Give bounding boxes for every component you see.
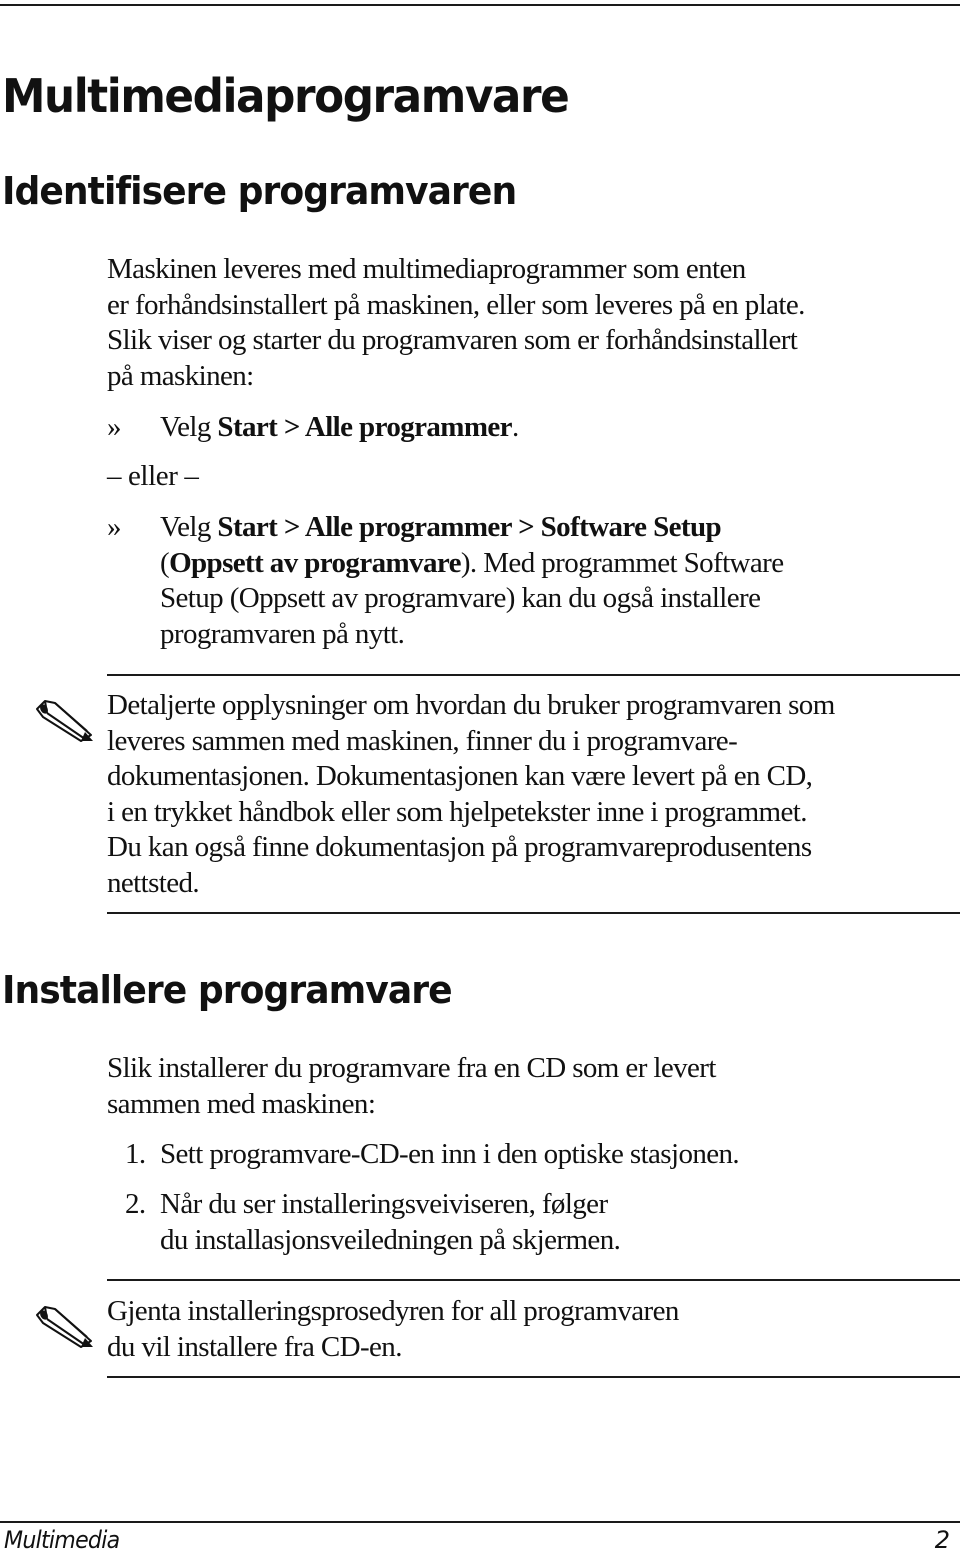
text-line: Når du ser installeringsveiviseren, følg… (160, 1188, 608, 1220)
page-title: Multimediaprogramvare (2, 69, 570, 123)
or-separator: – eller – (107, 460, 199, 492)
pencil-note-icon (36, 1306, 93, 1348)
text-line: Du kan også finne dokumentasjon på progr… (107, 831, 812, 863)
bullet-prefix: Velg (160, 511, 218, 543)
footer-chapter-name: Multimedia (4, 1526, 120, 1554)
bullet-marker: » (107, 511, 122, 543)
step-number: 1. (125, 1138, 146, 1170)
menu-path: Start > Alle programmer > Software Setup (217, 511, 722, 543)
section-heading-identify: Identifisere programvaren (2, 169, 517, 213)
text-line: Slik installerer du programvare fra en C… (107, 1052, 716, 1084)
text-line: (Oppsett av programvare). Med programmet… (160, 546, 784, 582)
note-bottom-rule (107, 1376, 960, 1378)
section-heading-install: Installere programvare (2, 968, 453, 1012)
bullet-marker: » (107, 411, 122, 443)
bullet-prefix: Velg (160, 411, 218, 443)
text-line: du vil installere fra CD-en. (107, 1330, 402, 1363)
menu-path-translation: Oppsett av programvare (169, 546, 461, 579)
text-fragment: ). Med programmet Software (460, 546, 784, 579)
text-line: Slik viser og starter du programvaren so… (107, 324, 798, 356)
text-line: du installasjonsveiledningen på skjermen… (160, 1223, 621, 1256)
bullet-text: Velg Start > Alle programmer > Software … (160, 510, 784, 652)
note-text: Detaljerte opplysninger om hvordan du br… (107, 688, 835, 901)
text-line: leveres sammen med maskinen, finner du i… (107, 724, 738, 757)
text-line: sammen med maskinen: (107, 1087, 376, 1120)
footer-page-number: 2 (934, 1526, 950, 1554)
bullet-suffix: . (511, 411, 519, 443)
note-top-rule (107, 674, 960, 676)
text-line: Velg Start > Alle programmer > Software … (160, 510, 784, 546)
text-line: programvaren på nytt. (160, 617, 405, 650)
pencil-note-icon (36, 700, 93, 742)
step-number: 2. (125, 1188, 146, 1220)
text-line: i en trykket håndbok eller som hjelpetek… (107, 795, 807, 828)
menu-path: Start > Alle programmer (217, 411, 512, 443)
text-line: Maskinen leveres med multimediaprogramme… (107, 253, 746, 285)
note-bottom-rule (107, 912, 960, 914)
note-text: Gjenta installeringsprosedyren for all p… (107, 1294, 679, 1365)
text-line: på maskinen: (107, 359, 254, 392)
text-line: Sett programvare-CD-en inn i den optiske… (160, 1138, 740, 1170)
paren-open: ( (160, 546, 170, 579)
top-rule (0, 4, 960, 6)
step-text: Sett programvare-CD-en inn i den optiske… (160, 1137, 740, 1173)
footer-rule (0, 1521, 960, 1523)
install-intro-paragraph: Slik installerer du programvare fra en C… (107, 1051, 716, 1122)
text-line: Detaljerte opplysninger om hvordan du br… (107, 689, 835, 721)
text-line: er forhåndsinstallert på maskinen, eller… (107, 288, 805, 321)
text-line: Gjenta installeringsprosedyren for all p… (107, 1295, 679, 1327)
note-top-rule (107, 1279, 960, 1281)
step-text: Når du ser installeringsveiviseren, følg… (160, 1187, 621, 1258)
text-line: Setup (Oppsett av programvare) kan du og… (160, 582, 761, 614)
text-line: nettsted. (107, 866, 200, 899)
identify-intro-paragraph: Maskinen leveres med multimediaprogramme… (107, 252, 805, 394)
bullet-text: Velg Start > Alle programmer. (160, 410, 519, 446)
text-line: dokumentasjonen. Dokumentasjonen kan vær… (107, 760, 813, 792)
